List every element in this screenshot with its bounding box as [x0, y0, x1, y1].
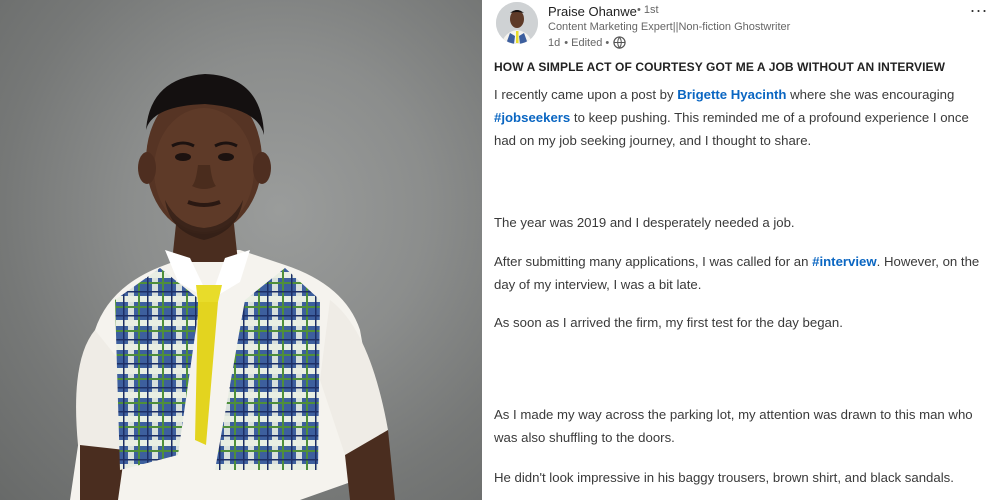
- post-meta: 1d • Edited •: [548, 36, 626, 49]
- post-paragraph-2: The year was 2019 and I desperately need…: [494, 215, 795, 230]
- author-name[interactable]: Praise Ohanwe: [548, 4, 637, 19]
- hashtag-jobseekers[interactable]: #jobseekers: [494, 110, 570, 125]
- post-paragraph-1: I recently came upon a post by Brigette …: [494, 83, 984, 152]
- globe-icon: [613, 36, 626, 49]
- more-options-icon[interactable]: ...: [970, 0, 988, 17]
- post-paragraph-3: After submitting many applications, I wa…: [494, 250, 984, 296]
- post-title: HOW A SIMPLE ACT OF COURTESY GOT ME A JO…: [494, 60, 946, 74]
- author-avatar[interactable]: [496, 2, 538, 44]
- hashtag-interview[interactable]: #interview: [812, 254, 877, 269]
- edited-label: • Edited •: [564, 36, 610, 49]
- paragraph-text: I recently came upon a post by: [494, 87, 678, 102]
- avatar-icon: [496, 2, 538, 44]
- paragraph-text: After submitting many applications, I wa…: [494, 254, 813, 269]
- profile-photo: [0, 0, 482, 500]
- paragraph-text: where she was encouraging: [786, 87, 955, 102]
- post-paragraph-4: As soon as I arrived the firm, my first …: [494, 315, 843, 330]
- post-time: 1d: [548, 36, 561, 49]
- post-paragraph-5: As I made my way across the parking lot,…: [494, 407, 973, 445]
- author-headline: Content Marketing Expert||Non-fiction Gh…: [548, 21, 791, 33]
- post-paragraph-6: He didn't look impressive in his baggy t…: [494, 470, 954, 485]
- post-panel: Praise Ohanwe • 1st Content Marketing Ex…: [486, 0, 1000, 500]
- person-illustration: [70, 74, 395, 500]
- mention-link[interactable]: Brigette Hyacinth: [677, 87, 786, 102]
- connection-degree: • 1st: [637, 4, 659, 16]
